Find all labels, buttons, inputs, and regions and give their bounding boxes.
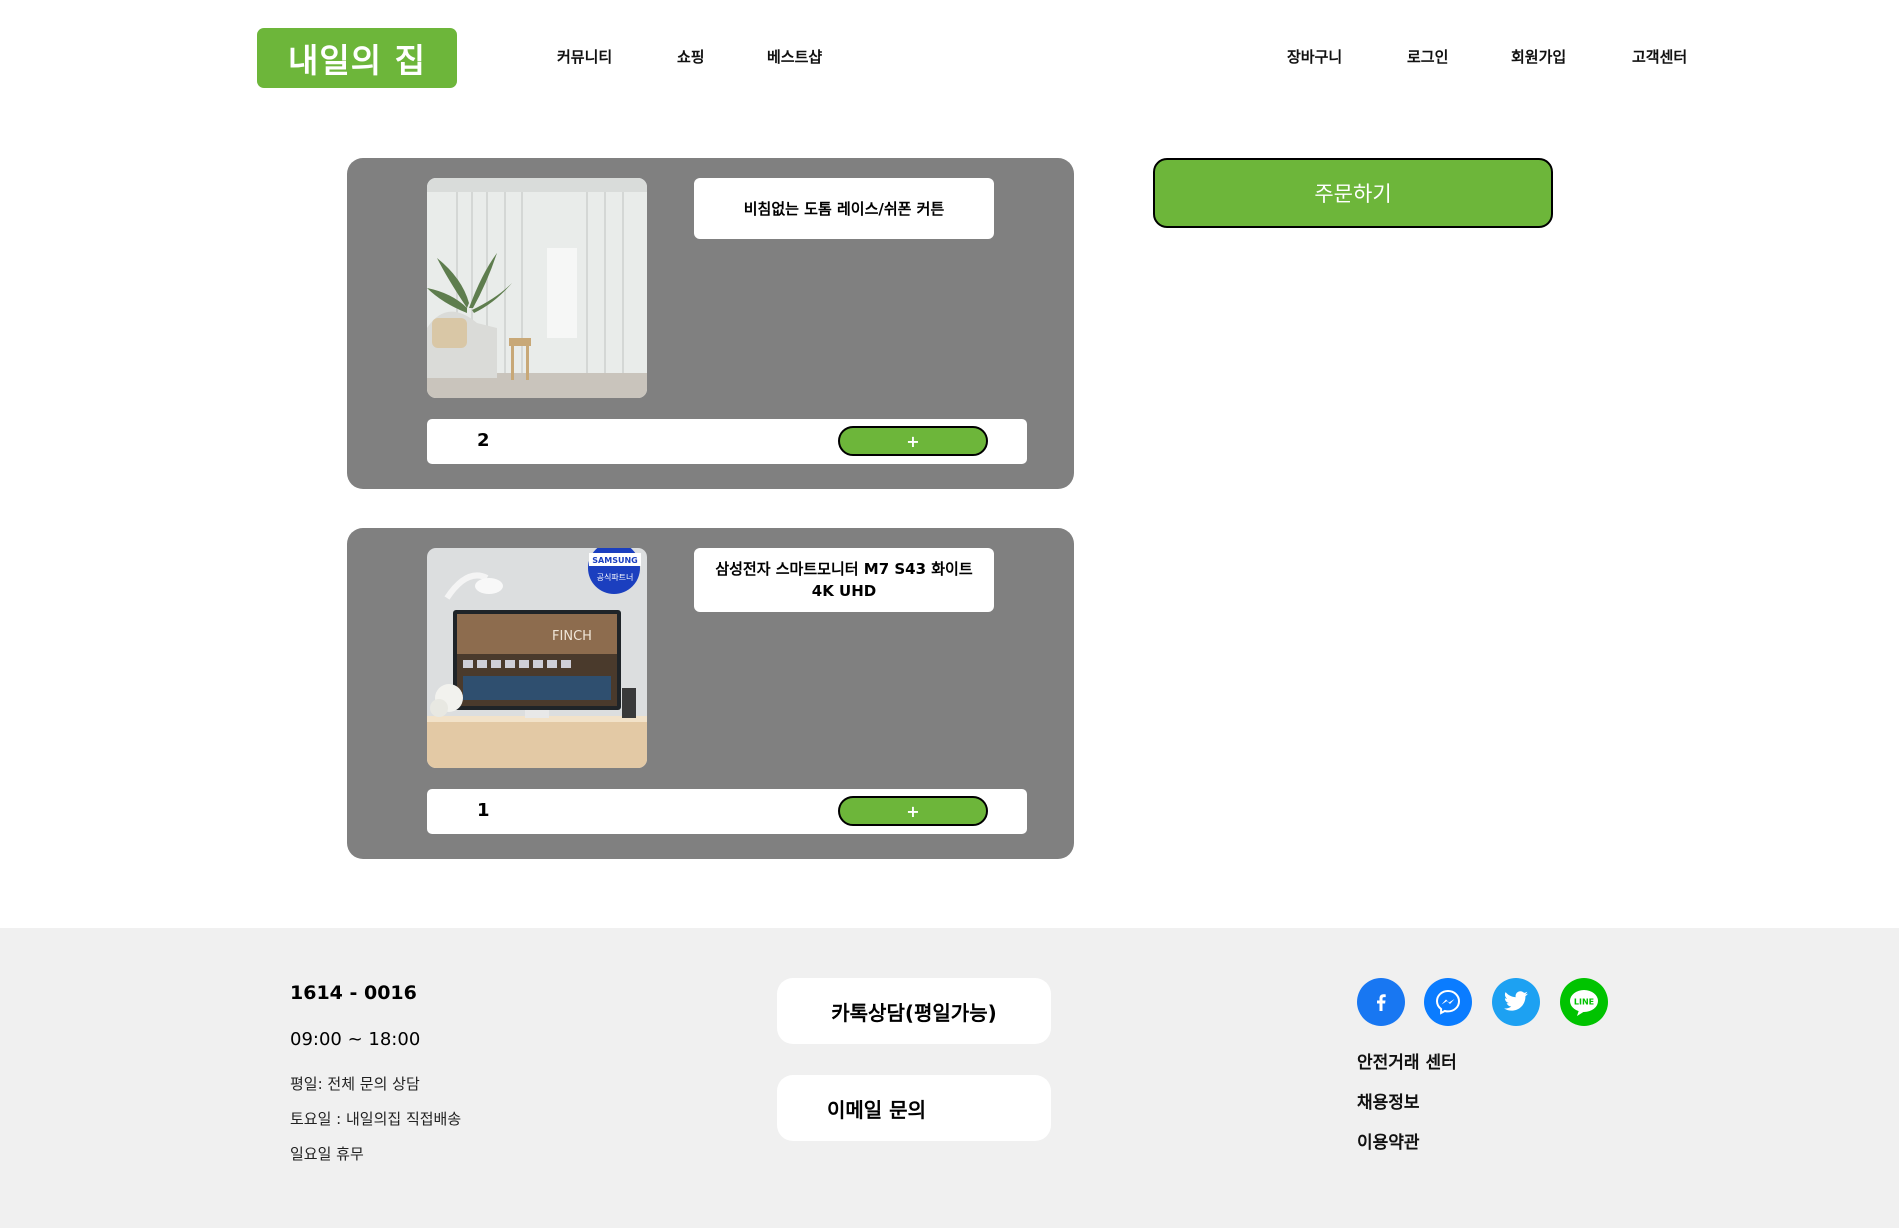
svg-text:LINE: LINE	[1574, 998, 1594, 1007]
support-note-weekday: 평일: 전체 문의 상담	[290, 1075, 420, 1093]
quantity-value: 1	[477, 800, 490, 821]
svg-text:공식파트너: 공식파트너	[597, 572, 634, 582]
footer: 1614 - 0016 09:00 ~ 18:00 평일: 전체 문의 상담 토…	[0, 928, 1899, 1228]
support-phone: 1614 - 0016	[290, 982, 417, 1004]
cart-item: 비침없는 도톰 레이스/쉬폰 커튼 2 +	[347, 158, 1074, 489]
quantity-bar: 2 +	[427, 419, 1027, 464]
terms-link[interactable]: 이용약관	[1357, 1128, 1420, 1153]
quantity-bar: 1 +	[427, 789, 1027, 834]
nav-customer-center[interactable]: 고객센터	[1632, 46, 1687, 67]
support-note-saturday: 토요일 : 내일의집 직접배송	[290, 1110, 462, 1128]
curtain-photo	[427, 178, 647, 398]
nav-community[interactable]: 커뮤니티	[557, 46, 612, 67]
facebook-icon[interactable]	[1357, 978, 1405, 1026]
nav-cart[interactable]: 장바구니	[1287, 46, 1342, 67]
increase-quantity-button[interactable]: +	[838, 426, 988, 456]
line-icon[interactable]: LINE	[1560, 978, 1608, 1026]
order-button[interactable]: 주문하기	[1153, 158, 1553, 228]
product-image-curtain[interactable]	[427, 178, 647, 398]
kakao-chat-button[interactable]: 카톡상담(평일가능)	[777, 978, 1051, 1044]
email-inquiry-button[interactable]: 이메일 문의	[777, 1075, 1051, 1141]
quantity-value: 2	[477, 430, 490, 451]
support-hours: 09:00 ~ 18:00	[290, 1029, 421, 1050]
nav-shopping[interactable]: 쇼핑	[677, 46, 705, 67]
site-logo[interactable]: 내일의 집	[257, 28, 457, 88]
product-title[interactable]: 삼성전자 스마트모니터 M7 S43 화이트 4K UHD	[694, 548, 994, 612]
safe-trade-center-link[interactable]: 안전거래 센터	[1357, 1048, 1457, 1073]
nav-bestshop[interactable]: 베스트샵	[767, 46, 822, 67]
svg-text:FINCH: FINCH	[552, 629, 592, 644]
nav-login[interactable]: 로그인	[1407, 46, 1448, 67]
careers-link[interactable]: 채용정보	[1357, 1088, 1420, 1113]
increase-quantity-button[interactable]: +	[838, 796, 988, 826]
monitor-photo: FINCH SAMSUNG 공식파트너	[427, 548, 647, 768]
product-title[interactable]: 비침없는 도톰 레이스/쉬폰 커튼	[694, 178, 994, 239]
twitter-icon[interactable]	[1492, 978, 1540, 1026]
product-image-monitor[interactable]: FINCH SAMSUNG 공식파트너	[427, 548, 647, 768]
support-note-sunday: 일요일 휴무	[290, 1145, 364, 1163]
cart-item: FINCH SAMSUNG 공식파트너 삼성전자 스마트모니터 M7 S43 화…	[347, 528, 1074, 859]
svg-text:SAMSUNG: SAMSUNG	[592, 556, 637, 565]
messenger-icon[interactable]	[1424, 978, 1472, 1026]
nav-signup[interactable]: 회원가입	[1511, 46, 1566, 67]
